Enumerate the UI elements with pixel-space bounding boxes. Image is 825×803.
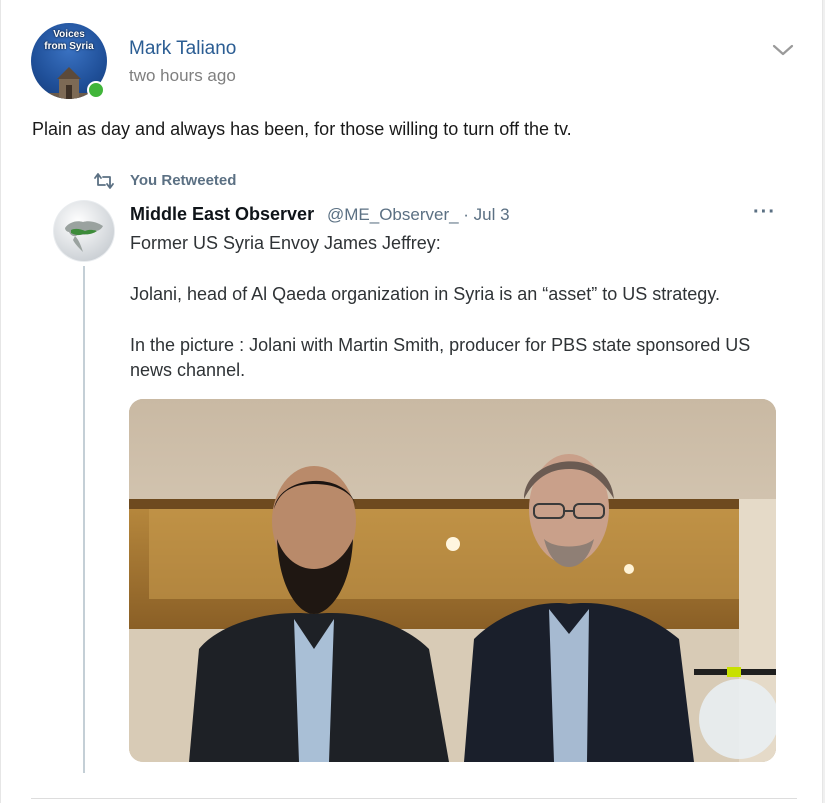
retweeted-label: You Retweeted: [130, 172, 237, 189]
post-card: Voices from Syria Mark Taliano two hours…: [0, 0, 823, 803]
post-time[interactable]: two hours ago: [129, 66, 236, 86]
author-name[interactable]: Mark Taliano: [129, 38, 236, 60]
bottom-divider: [31, 798, 797, 799]
tweet-photo[interactable]: [129, 399, 776, 762]
tweet-text-line2: Jolani, head of Al Qaeda organization in…: [130, 284, 720, 304]
globe-icon: [54, 201, 114, 261]
thread-line: [83, 266, 85, 773]
tweet-text-line1: Former US Syria Envoy James Jeffrey:: [130, 233, 441, 253]
tweet-handle-date[interactable]: @ME_Observer_ · Jul 3: [327, 205, 510, 225]
post-body-text: Plain as day and always has been, for th…: [32, 119, 572, 139]
tweet-text-line3: In the picture : Jolani with Martin Smit…: [130, 335, 751, 380]
avatar-building-image: [47, 67, 91, 99]
online-status-dot: [87, 81, 105, 99]
retweet-icon: [94, 173, 114, 189]
more-options-icon[interactable]: ···: [753, 201, 776, 224]
avatar-text-line1: Voices: [53, 29, 85, 40]
tweet-author-name[interactable]: Middle East Observer: [130, 204, 314, 225]
avatar-text-line2: from Syria: [44, 41, 94, 52]
tweet-author-avatar[interactable]: [53, 200, 115, 262]
chevron-down-icon[interactable]: [771, 42, 795, 58]
photo-two-men-image: [129, 399, 776, 762]
